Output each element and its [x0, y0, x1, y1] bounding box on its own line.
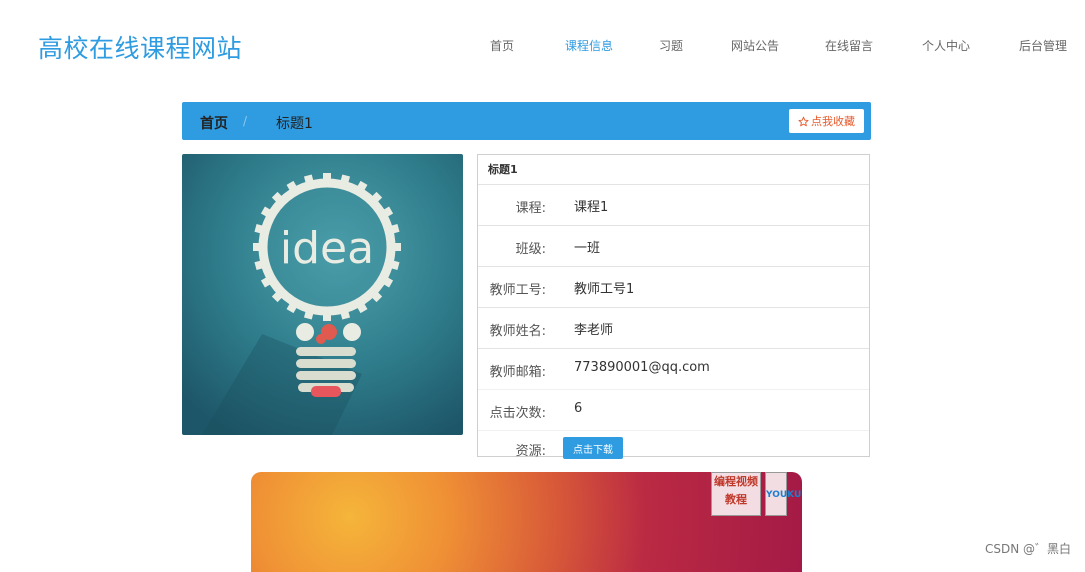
- video-watermark: 编程视频教程: [711, 472, 761, 516]
- detail-value: 教师工号1: [574, 282, 635, 297]
- favorite-button[interactable]: 点我收藏: [789, 109, 864, 133]
- detail-value: 李老师: [574, 323, 614, 338]
- detail-label: 班级:: [515, 242, 546, 257]
- breadcrumb-separator: /: [243, 114, 248, 128]
- detail-value: 课程1: [574, 200, 609, 215]
- nav-item-messages[interactable]: 在线留言: [825, 37, 873, 54]
- detail-title: 标题1: [478, 155, 869, 185]
- favorite-button-label: 点我收藏: [811, 115, 855, 128]
- detail-row-course: 课程: 课程1: [478, 185, 869, 226]
- course-cover-image: idea: [182, 154, 463, 435]
- nav-item-admin[interactable]: 后台管理: [1019, 37, 1067, 54]
- nav-item-course-info[interactable]: 课程信息: [565, 37, 613, 54]
- main-nav: 首页 课程信息 习题 网站公告 在线留言 个人中心 后台管理: [0, 37, 1085, 55]
- star-outline-icon: [798, 116, 809, 126]
- breadcrumb-current: 标题1: [276, 116, 313, 132]
- detail-label: 课程:: [515, 201, 546, 216]
- breadcrumb: 首页 / 标题1 点我收藏: [182, 102, 871, 140]
- detail-value: 773890001@qq.com: [574, 360, 710, 375]
- detail-label: 点击次数:: [489, 406, 546, 421]
- nav-item-personal-center[interactable]: 个人中心: [922, 37, 970, 54]
- nav-item-announcements[interactable]: 网站公告: [731, 37, 779, 54]
- breadcrumb-home-link[interactable]: 首页: [200, 113, 228, 133]
- detail-label: 教师工号:: [489, 283, 546, 298]
- detail-value: 6: [574, 401, 583, 416]
- course-video-player[interactable]: 编程视频教程 YOUKU: [251, 472, 802, 572]
- credit-text: CSDN @゛黑白: [984, 542, 1071, 556]
- detail-label: 资源:: [515, 444, 546, 459]
- nav-item-home[interactable]: 首页: [490, 37, 514, 54]
- video-watermark-brand: YOUKU: [765, 472, 801, 516]
- course-detail-table: 标题1 课程: 课程1 班级: 一班 教师工号: 教师工号1 教师姓名: 李老师…: [477, 154, 870, 459]
- detail-value: 一班: [574, 241, 601, 256]
- detail-row-class: 班级: 一班: [478, 226, 869, 267]
- detail-row-resource: 资源: 点击下载: [478, 431, 869, 464]
- detail-label: 教师姓名:: [489, 324, 546, 339]
- cover-idea-text: idea: [280, 223, 374, 274]
- detail-row-teacher-email: 教师邮箱: 773890001@qq.com: [478, 349, 869, 390]
- detail-row-teacher-id: 教师工号: 教师工号1: [478, 267, 869, 308]
- detail-label: 教师邮箱:: [489, 365, 546, 380]
- nav-item-exercises[interactable]: 习题: [659, 37, 683, 54]
- download-button[interactable]: 点击下载: [563, 437, 623, 459]
- detail-row-teacher-name: 教师姓名: 李老师: [478, 308, 869, 349]
- detail-row-click-count: 点击次数: 6: [478, 390, 869, 431]
